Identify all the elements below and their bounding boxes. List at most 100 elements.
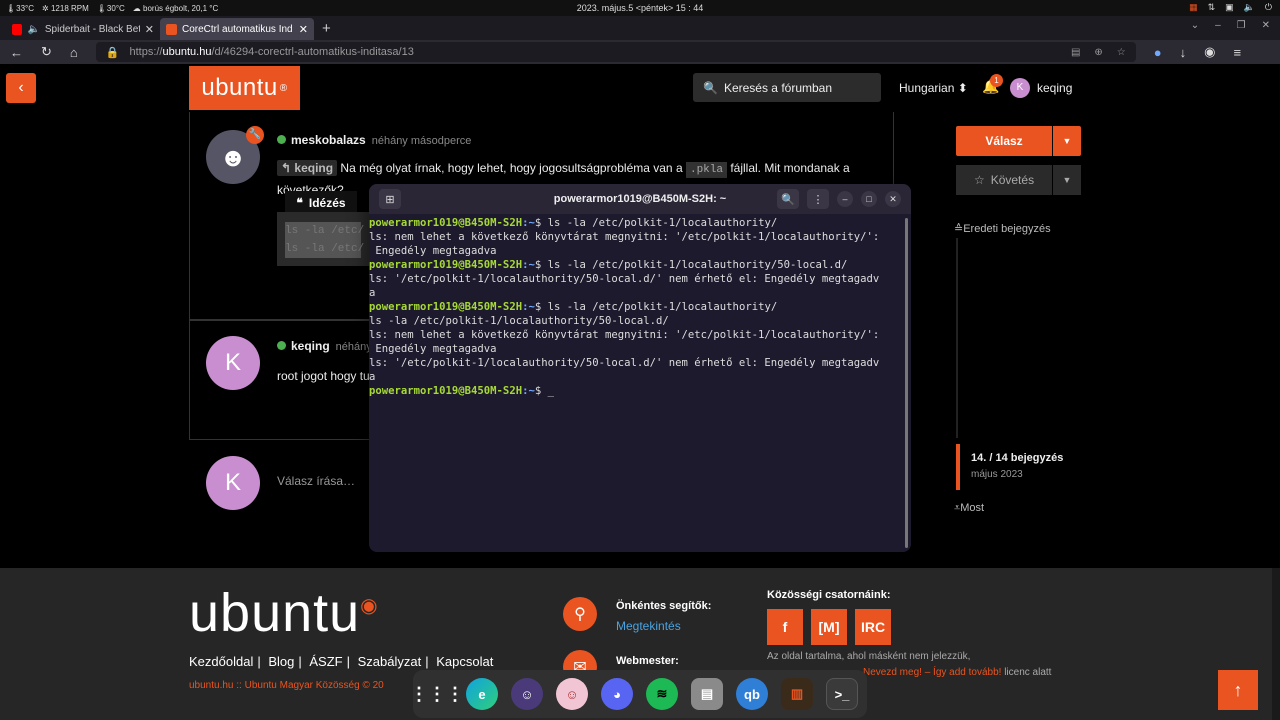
window-icon[interactable]: ▣ bbox=[1225, 2, 1234, 13]
scrubber-date: május 2023 bbox=[971, 469, 1023, 480]
follow-dropdown-button[interactable]: ▼ bbox=[1053, 165, 1081, 195]
prompt-command: $ ls -la /etc/polkit-1/localauthority/50… bbox=[534, 259, 848, 271]
volunteers-link[interactable]: Megtekintés bbox=[616, 619, 681, 633]
footer-link-home[interactable]: Kezdőoldal bbox=[189, 654, 253, 669]
prompt-user: powerarmor1019@B450M-S2H bbox=[369, 385, 523, 397]
download-icon[interactable]: ↓ bbox=[1180, 45, 1187, 60]
footer-link-rules[interactable]: Szabályzat bbox=[358, 654, 422, 669]
discord-icon[interactable]: ◕ bbox=[601, 678, 633, 710]
original-post-link[interactable]: ≙Eredeti bejegyzés bbox=[954, 222, 1051, 235]
post-time[interactable]: néhány másodperce bbox=[372, 135, 472, 147]
post-author[interactable]: meskobalazs bbox=[291, 133, 366, 147]
terminal-scrollbar[interactable] bbox=[905, 218, 908, 548]
url-bar[interactable]: 🔒 https://ubuntu.hu/d/46294-corectrl-aut… bbox=[95, 42, 1136, 62]
terminal-prompt-line: powerarmor1019@B450M-S2H:~$ ls -la /etc/… bbox=[369, 300, 911, 314]
corectrl-icon[interactable]: ▥ bbox=[781, 678, 813, 710]
url-prefix: https:// bbox=[129, 46, 163, 58]
minimize-button[interactable]: – bbox=[837, 191, 853, 207]
avatar: K bbox=[206, 456, 260, 510]
apps-grid-icon[interactable]: ⋮⋮⋮ bbox=[410, 678, 464, 710]
scrubber-track[interactable] bbox=[956, 238, 958, 438]
list-tabs-icon[interactable]: ⌄ bbox=[1191, 20, 1199, 31]
follow-button[interactable]: ☆ Követés bbox=[956, 165, 1052, 195]
prompt-user: powerarmor1019@B450M-S2H bbox=[369, 217, 523, 229]
search-button[interactable]: 🔍 bbox=[777, 189, 799, 209]
zoom-icon[interactable]: ⊕ bbox=[1094, 47, 1102, 58]
username[interactable]: keqing bbox=[1037, 81, 1072, 95]
anime-app-icon[interactable]: ☺ bbox=[511, 678, 543, 710]
post-time[interactable]: néhány bbox=[336, 341, 372, 353]
search-icon: 🔍 bbox=[703, 80, 718, 95]
back-button[interactable]: ‹ bbox=[6, 73, 36, 103]
mute-icon[interactable]: 🔈 bbox=[27, 24, 39, 35]
prompt-path: :~ bbox=[522, 217, 535, 229]
close-button[interactable]: ✕ bbox=[885, 191, 901, 207]
bookmark-star-icon[interactable]: ☆ bbox=[1117, 47, 1126, 58]
post-count: 14. / 14 bejegyzés bbox=[971, 452, 1064, 464]
menu-icon[interactable]: ≡ bbox=[1233, 45, 1241, 60]
footer-link-blog[interactable]: Blog bbox=[268, 654, 294, 669]
reload-icon[interactable]: ↻ bbox=[41, 44, 52, 60]
maximize-button[interactable]: □ bbox=[861, 191, 877, 207]
footer-logo[interactable]: ubuntu◉ bbox=[189, 582, 379, 644]
new-tab-icon[interactable]: + bbox=[322, 20, 331, 37]
reader-icon[interactable]: ▤ bbox=[1071, 47, 1080, 58]
terminal-output[interactable]: powerarmor1019@B450M-S2H:~$ ls -la /etc/… bbox=[369, 214, 911, 398]
minimize-icon[interactable]: – bbox=[1215, 20, 1221, 31]
terminal-window[interactable]: ⊞ powerarmor1019@B450M-S2H: ~ 🔍 ⋮ – □ ✕ … bbox=[369, 184, 911, 552]
reply-dropdown-button[interactable]: ▼ bbox=[1053, 126, 1081, 156]
close-window-icon[interactable]: ✕ bbox=[1262, 20, 1270, 31]
maximize-icon[interactable]: ❐ bbox=[1237, 20, 1246, 31]
network-icon[interactable]: ⇅ bbox=[1208, 2, 1216, 13]
reply-button[interactable]: Válasz bbox=[956, 126, 1052, 156]
minimize-icon: – bbox=[842, 194, 848, 204]
irc-button[interactable]: IRC bbox=[855, 609, 891, 645]
license-link[interactable]: Nevezd meg! – Így add tovább! bbox=[863, 667, 1001, 678]
footer-link-contact[interactable]: Kapcsolat bbox=[436, 654, 493, 669]
terminal-output-line: a bbox=[369, 287, 376, 299]
close-icon[interactable]: ✕ bbox=[299, 23, 308, 36]
webmaster-title: Webmester: bbox=[616, 655, 679, 667]
matrix-button[interactable]: [M] bbox=[811, 609, 847, 645]
reply-input[interactable]: Válasz írása… bbox=[277, 474, 355, 488]
volume-icon[interactable]: 🔈 bbox=[1244, 2, 1255, 13]
menu-button[interactable]: ⋮ bbox=[807, 189, 829, 209]
power-icon[interactable]: ⏻ bbox=[1265, 2, 1272, 13]
back-arrow-icon[interactable]: ← bbox=[10, 45, 23, 60]
license-text: Az oldal tartalma, ahol másként nem jele… bbox=[767, 651, 971, 662]
terminal-output-line: ls: nem lehet a következő könyvtárat meg… bbox=[369, 231, 880, 243]
facebook-button[interactable]: f bbox=[767, 609, 803, 645]
extension-icon[interactable]: ● bbox=[1154, 45, 1162, 60]
edge-icon[interactable]: e bbox=[466, 678, 498, 710]
search-input[interactable]: 🔍 Keresés a fórumban bbox=[693, 73, 881, 102]
system-top-bar: 🌡33°C ✲ 1218 RPM 🌡30°C ☁ borús égbolt, 2… bbox=[0, 0, 1280, 16]
now-link[interactable]: ⩡Most bbox=[954, 502, 984, 515]
tray-icon[interactable]: ▦ bbox=[1189, 2, 1198, 13]
terminal-titlebar[interactable]: ⊞ powerarmor1019@B450M-S2H: ~ 🔍 ⋮ – □ ✕ bbox=[369, 184, 911, 214]
profile-icon[interactable]: ◉ bbox=[1204, 44, 1215, 60]
language-select[interactable]: Hungarian ⬍ bbox=[899, 81, 968, 95]
url-path: /d/46294-corectrl-automatikus-inditasa/1… bbox=[211, 46, 414, 58]
close-icon[interactable]: ✕ bbox=[145, 23, 154, 36]
lock-icon: 🔒 bbox=[105, 46, 120, 59]
files-icon[interactable]: ▤ bbox=[691, 678, 723, 710]
page-scrollbar[interactable] bbox=[1272, 568, 1280, 720]
tab-corectrl[interactable]: CoreCtrl automatikus Ind ✕ bbox=[160, 18, 314, 40]
weather[interactable]: ☁ borús égbolt, 20,1 °C bbox=[133, 4, 218, 13]
gpu-temp: 🌡30°C bbox=[96, 3, 125, 13]
anime-app-2-icon[interactable]: ☺ bbox=[556, 678, 588, 710]
scroll-to-top-button[interactable]: ↑ bbox=[1218, 670, 1258, 710]
post-author[interactable]: keqing bbox=[291, 339, 330, 353]
qbittorrent-icon[interactable]: qb bbox=[736, 678, 768, 710]
footer-link-terms[interactable]: ÁSZF bbox=[309, 654, 342, 669]
scrubber-handle[interactable] bbox=[956, 444, 960, 490]
terminal-output-line: ls: nem lehet a következő könyvtárat meg… bbox=[369, 329, 880, 341]
avatar[interactable]: K bbox=[1010, 78, 1030, 98]
tab-youtube[interactable]: 🔈 Spiderbait - Black Betty ✕ bbox=[6, 18, 160, 40]
avatar[interactable]: K bbox=[206, 336, 260, 390]
ubuntu-logo[interactable]: ubuntu ® bbox=[189, 66, 300, 110]
home-icon[interactable]: ⌂ bbox=[70, 45, 78, 60]
mention[interactable]: ↰ keqing bbox=[277, 160, 338, 176]
terminal-icon[interactable]: >_ bbox=[826, 678, 858, 710]
spotify-icon[interactable]: ≋ bbox=[646, 678, 678, 710]
